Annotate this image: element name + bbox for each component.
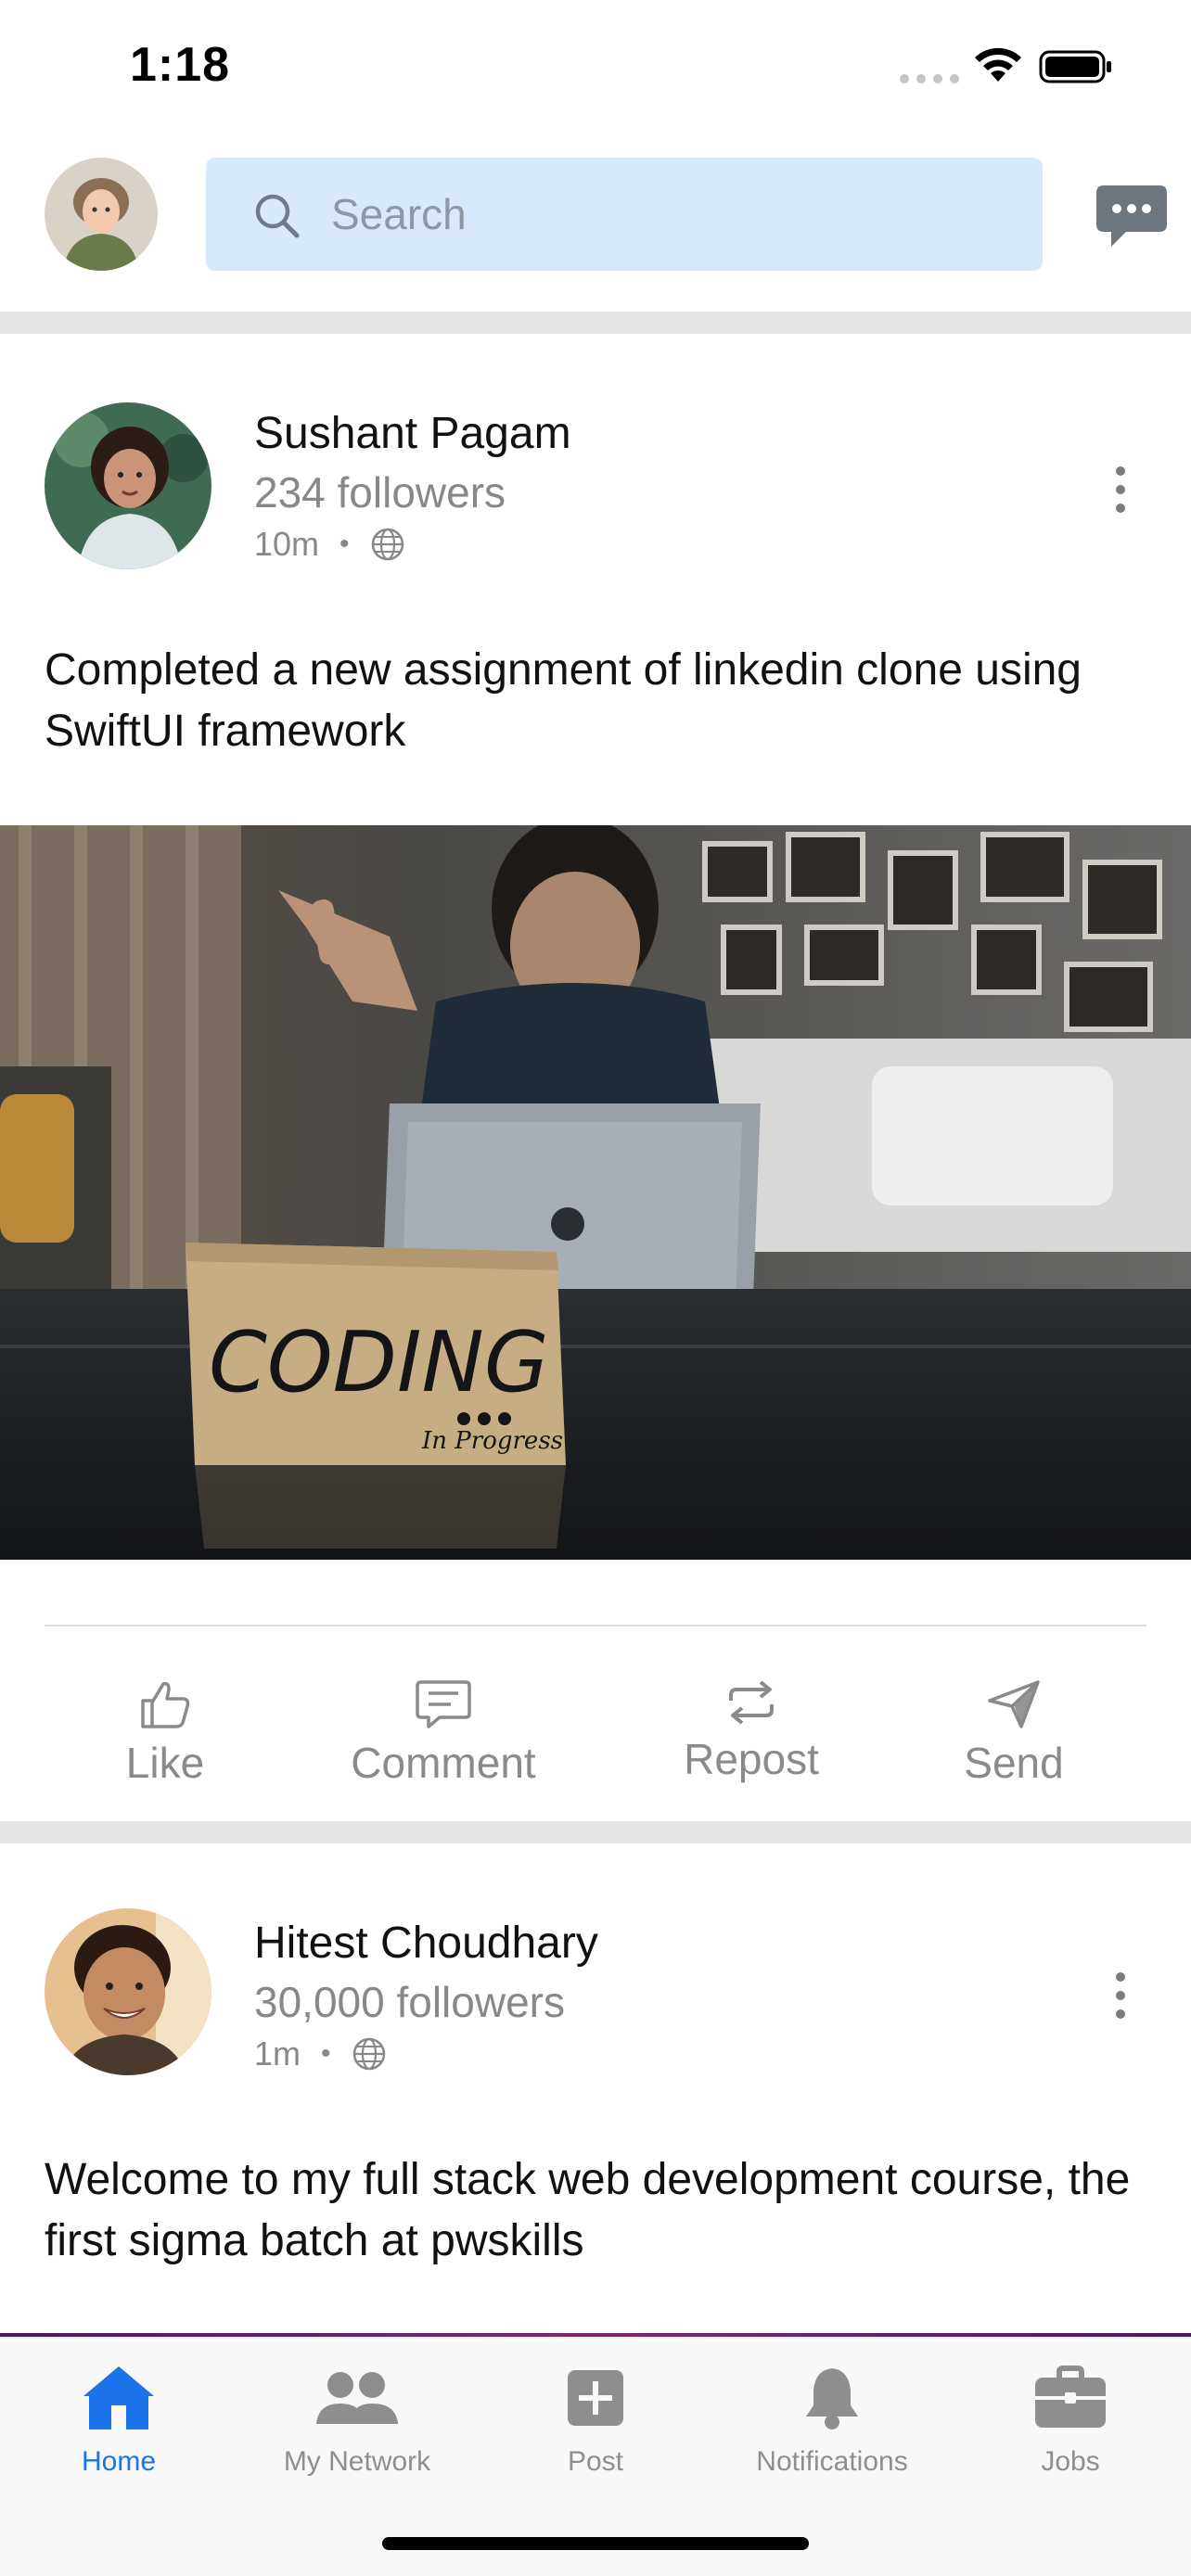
like-button[interactable]: Like (45, 1678, 286, 1788)
search-bar[interactable] (206, 158, 1043, 271)
send-icon (988, 1680, 1040, 1728)
feed-divider (0, 1821, 1191, 1843)
like-label: Like (125, 1739, 205, 1787)
post-author-avatar[interactable] (45, 402, 211, 569)
repost-button[interactable]: Repost (631, 1678, 872, 1784)
tab-my-network[interactable]: My Network (246, 2363, 468, 2478)
post-time: 1m (254, 2034, 301, 2072)
tab-jobs[interactable]: Jobs (959, 2363, 1182, 2478)
wifi-icon (975, 47, 1021, 82)
feed-divider (0, 312, 1191, 334)
send-button[interactable]: Send (893, 1678, 1134, 1788)
post-image[interactable]: CODING In Progress (0, 825, 1191, 1560)
globe-icon (352, 2037, 385, 2071)
post-author-followers: 234 followers (254, 468, 506, 516)
tab-post-label: Post (567, 2446, 624, 2477)
globe-icon (371, 528, 403, 561)
post-author-avatar[interactable] (45, 1908, 211, 2075)
people-icon (316, 2372, 398, 2424)
post-text: Welcome to my full stack web development… (45, 2155, 1131, 2265)
tab-home-label: Home (81, 2446, 157, 2477)
comment-button[interactable]: Comment (323, 1678, 564, 1788)
plus-square-icon (568, 2370, 623, 2426)
post-author-followers: 30,000 followers (254, 1978, 565, 2026)
search-icon (255, 194, 300, 238)
post-meta: 1m • (254, 2034, 387, 2073)
status-bar: 1:18 (0, 0, 1191, 139)
top-bar (0, 139, 1191, 312)
home-icon (83, 2366, 154, 2429)
send-label: Send (964, 1739, 1064, 1787)
tab-notifications[interactable]: Notifications (721, 2363, 943, 2478)
home-indicator (382, 2537, 809, 2550)
feed-post: Sushant Pagam 234 followers 10m • Comple… (0, 334, 1191, 1821)
message-icon[interactable] (1095, 182, 1169, 252)
search-input[interactable] (331, 158, 1018, 271)
post-time: 10m (254, 525, 320, 563)
tab-my-network-label: My Network (283, 2446, 431, 2477)
comment-label: Comment (351, 1739, 536, 1787)
tab-notifications-label: Notifications (756, 2446, 908, 2477)
status-time: 1:18 (130, 38, 231, 92)
feed-post: Hitest Choudhary 30,000 followers 1m • W… (0, 1843, 1191, 2335)
post-author-name[interactable]: Hitest Choudhary (254, 1918, 598, 1969)
image-sign-text: CODING (209, 1314, 549, 1411)
briefcase-icon (1035, 2366, 1106, 2428)
tab-home[interactable]: Home (7, 2363, 230, 2478)
more-options-icon[interactable] (1109, 1968, 1132, 2023)
repost-icon (729, 1680, 774, 1725)
image-sign-subtext: In Progress (421, 1427, 563, 1455)
bell-icon (806, 2368, 858, 2429)
battery-icon (1039, 50, 1111, 83)
post-author-name[interactable]: Sushant Pagam (254, 408, 571, 459)
tab-post[interactable]: Post (484, 2363, 707, 2478)
comment-icon (416, 1680, 471, 1728)
post-meta: 10m • (254, 525, 405, 564)
actions-divider (45, 1625, 1146, 1626)
repost-label: Repost (684, 1735, 819, 1783)
cellular-signal-icon (900, 74, 959, 83)
tab-jobs-label: Jobs (1041, 2446, 1100, 2477)
post-text: Completed a new assignment of linkedin c… (45, 645, 1082, 756)
profile-avatar[interactable] (45, 158, 158, 271)
more-options-icon[interactable] (1109, 462, 1132, 517)
thumbs-up-icon (141, 1681, 190, 1728)
